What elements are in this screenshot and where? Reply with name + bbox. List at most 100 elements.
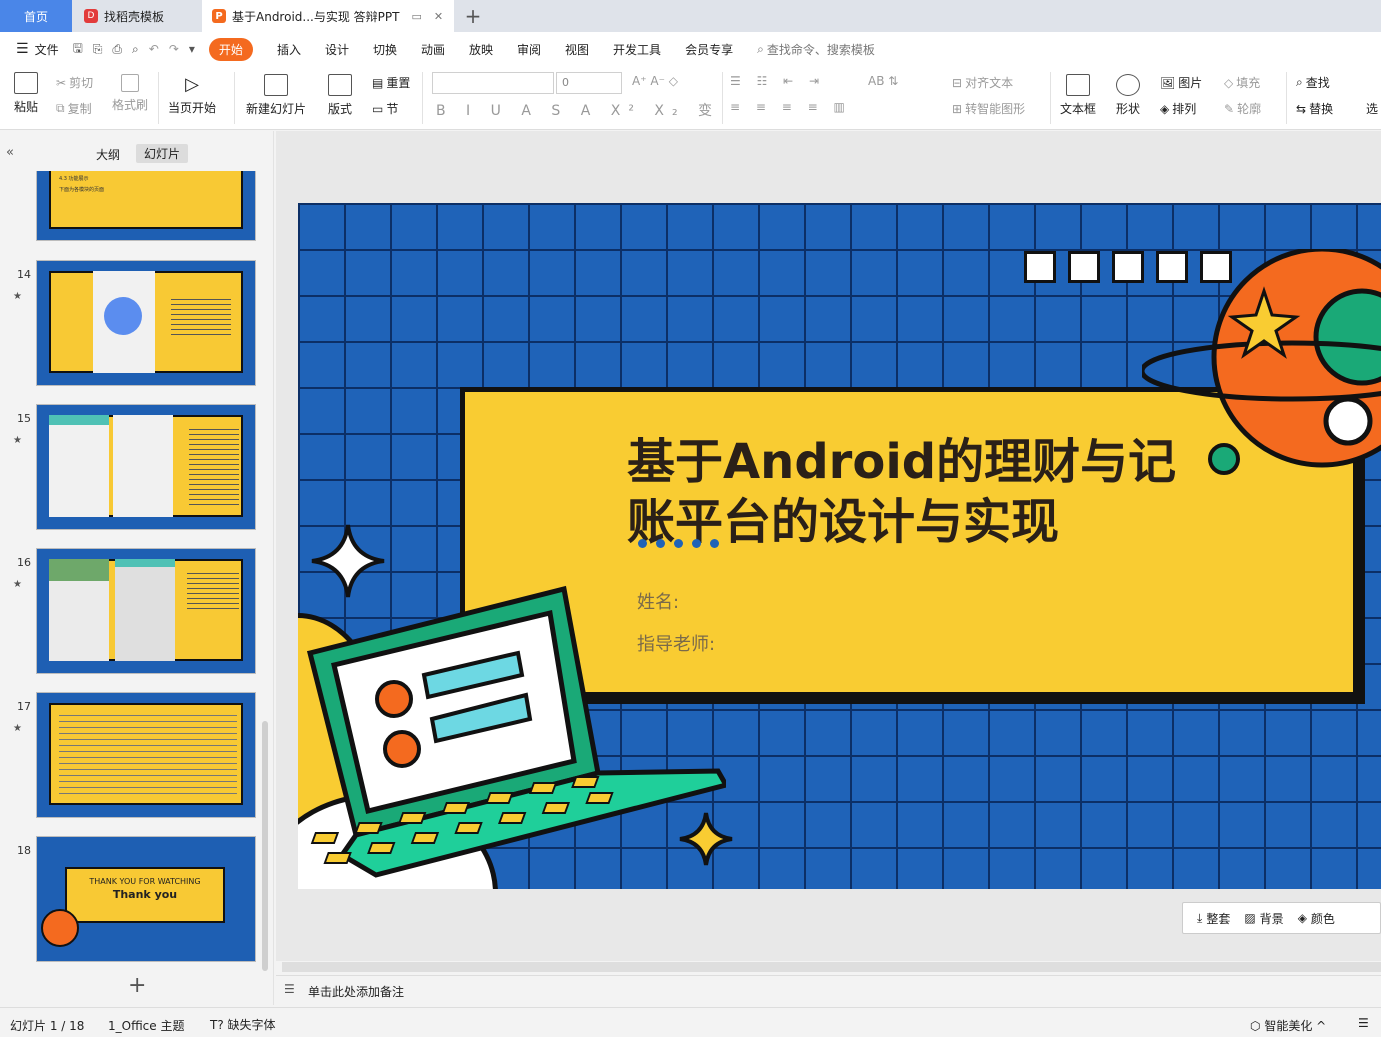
font-size-select[interactable]: 0 [556,72,622,94]
notes-toggle-icon[interactable]: ☰ [1358,1016,1369,1030]
notes-pane[interactable]: ☰ 单击此处添加备注 [276,975,1381,1005]
section-label: 节 [386,102,399,116]
close-tab-icon[interactable]: ✕ [434,10,443,23]
align-text-button[interactable]: ⊟ 对齐文本 [952,74,1013,91]
new-slide-label: 新建幻灯片 [246,102,307,116]
slide-title[interactable]: 基于Android的理财与记 账平台的设计与实现 [627,432,1176,552]
menu-developer[interactable]: 开发工具 [613,41,661,58]
align-buttons[interactable]: ≡ ≡ ≡ ≡ ▥ [730,100,851,114]
section-button[interactable]: ▭ 节 [372,100,398,117]
reset-icon: ▤ [372,75,384,90]
arrange-button[interactable]: ◈ 排列 [1160,100,1196,117]
menu-file[interactable]: 文件 [35,41,59,58]
add-slide-button[interactable]: + [128,973,146,998]
save-icon[interactable]: 🖫 [73,39,83,60]
menu-animation[interactable]: 动画 [421,41,445,58]
shape-button[interactable]: 形状 [1116,74,1140,117]
font-warning-icon: T? [210,1018,224,1032]
print-icon[interactable]: ⎙ [112,42,122,57]
layout-button[interactable]: 版式 [328,74,352,117]
beautify-button[interactable]: ⬡ 智能美化 ^ [1250,1017,1326,1034]
menu-design[interactable]: 设计 [325,41,349,58]
slide-title-line-1: 基于Android的理财与记 [627,434,1177,490]
ribbon: 粘贴 ✂ 剪切 ⧉ 复制 格式刷 ▷ 当页开始 新建幻灯片 版式 ▤ 重置 ▭ 节 0 A… [0,66,1381,130]
current-slide[interactable]: 基于Android的理财与记 账平台的设计与实现 姓名: 指导老师: [298,203,1381,889]
panel-scrollbar[interactable] [262,721,268,971]
notes-placeholder[interactable]: 单击此处添加备注 [308,983,404,1000]
whole-set-button[interactable]: ⤓ 整套 [1197,910,1230,927]
outline-button[interactable]: ✎ 轮廓 [1224,100,1261,117]
slide-count: 幻灯片 1 / 18 [10,1019,85,1033]
new-slide-button[interactable]: 新建幻灯片 [246,74,306,117]
cut-button[interactable]: ✂ 剪切 [56,74,93,91]
hamburger-icon[interactable]: ☰ [16,41,29,57]
whole-set-label: 整套 [1206,911,1231,926]
scissors-icon: ✂ [56,75,67,90]
textbox-label: 文本框 [1060,102,1097,116]
slide-panel: « 大纲 幻灯片 4.3 功能展示 下面为各模块的页面 14 ★ 15 ★ 16… [0,131,274,1005]
slide-thumbnail-15[interactable] [36,404,256,530]
menu-view[interactable]: 视图 [565,41,589,58]
collapse-panel-icon[interactable]: « [6,145,14,160]
select-button[interactable]: 选 [1366,100,1378,117]
undo-icon[interactable]: ↶ [149,42,159,56]
textbox-button[interactable]: 文本框 [1060,74,1096,117]
monitor-icon[interactable]: ▭ [411,10,421,23]
menu-transition[interactable]: 切换 [373,41,397,58]
customize-icon[interactable]: ▾ [189,42,195,56]
font-grow-icon[interactable]: A⁺ A⁻ ◇ [632,74,678,88]
fill-button[interactable]: ◇ 填充 [1224,74,1260,91]
new-slide-icon [264,74,288,96]
animation-star-icon: ★ [13,435,22,446]
menu-slideshow[interactable]: 放映 [469,41,493,58]
picture-button[interactable]: 🖼 图片 [1160,74,1202,91]
command-search[interactable]: 查找命令、搜索模板 [767,41,875,58]
menu-start[interactable]: 开始 [208,37,253,61]
cut-label: 剪切 [69,76,94,90]
font-family-select[interactable] [432,72,554,94]
new-tab-button[interactable]: + [460,0,486,32]
color-button[interactable]: ◈ 颜色 [1298,910,1335,927]
slide-number-14: 14 [17,268,31,281]
shape-icon [1116,74,1140,96]
menu-review[interactable]: 审阅 [517,41,541,58]
export-icon[interactable]: ⎘ [93,42,103,57]
beautify-label: 智能美化 [1264,1019,1313,1033]
preview-icon[interactable]: ⌕ [132,42,139,57]
slide-thumbnail-13[interactable]: 4.3 功能展示 下面为各模块的页面 [36,171,256,241]
beautify-icon: ⬡ [1250,1019,1261,1033]
menu-member[interactable]: 会员专享 [685,41,733,58]
format-painter-button[interactable]: 格式刷 [112,74,148,113]
paste-button[interactable]: 粘贴 [14,72,38,115]
animation-star-icon: ★ [13,579,22,590]
slide-thumbnail-14[interactable] [36,260,256,386]
text-direction-button[interactable]: AB ⇅ [868,74,898,88]
tab-template[interactable]: D 找稻壳模板 [74,0,200,32]
copy-button[interactable]: ⧉ 复制 [56,100,92,117]
replace-button[interactable]: ⇆ 替换 [1296,100,1333,117]
font-style-buttons[interactable]: B I U A S A X² X₂ 变 [436,100,720,120]
slide-thumbnail-17[interactable] [36,692,256,818]
missing-font-button[interactable]: T? 缺失字体 [210,1016,276,1033]
tab-outline[interactable]: 大纲 [96,146,120,163]
background-button[interactable]: ▨ 背景 [1244,910,1283,927]
slide-thumbnail-16[interactable] [36,548,256,674]
slide-thumbnail-18[interactable]: THANK YOU FOR WATCHING Thank you [36,836,256,962]
horizontal-scrollbar[interactable] [282,962,1381,972]
menu-insert[interactable]: 插入 [277,41,301,58]
from-current-button[interactable]: ▷ 当页开始 [168,74,216,116]
select-label: 选 [1366,102,1379,116]
outline-icon: ✎ [1224,101,1235,116]
smartart-button[interactable]: ⊞ 转智能图形 [952,100,1025,117]
redo-icon[interactable]: ↷ [169,42,179,56]
tab-bar: 首页 D 找稻壳模板 P 基于Android...与实现 答辩PPT ▭ ✕ + [0,0,1381,32]
find-button[interactable]: ⌕ 查找 [1296,74,1330,91]
tab-home[interactable]: 首页 [0,0,72,32]
docer-logo-icon: D [84,9,98,23]
menu-bar: ☰ 文件 🖫 ⎘ ⎙ ⌕ ↶ ↷ ▾ 开始 插入 设计 切换 动画 放映 审阅 … [0,32,1381,66]
tab-slides[interactable]: 幻灯片 [136,144,189,163]
list-buttons[interactable]: ☰ ☷ ⇤ ⇥ [730,74,825,88]
replace-icon: ⇆ [1296,101,1307,116]
reset-button[interactable]: ▤ 重置 [372,74,410,91]
tab-document[interactable]: P 基于Android...与实现 答辩PPT ▭ ✕ [202,0,454,32]
